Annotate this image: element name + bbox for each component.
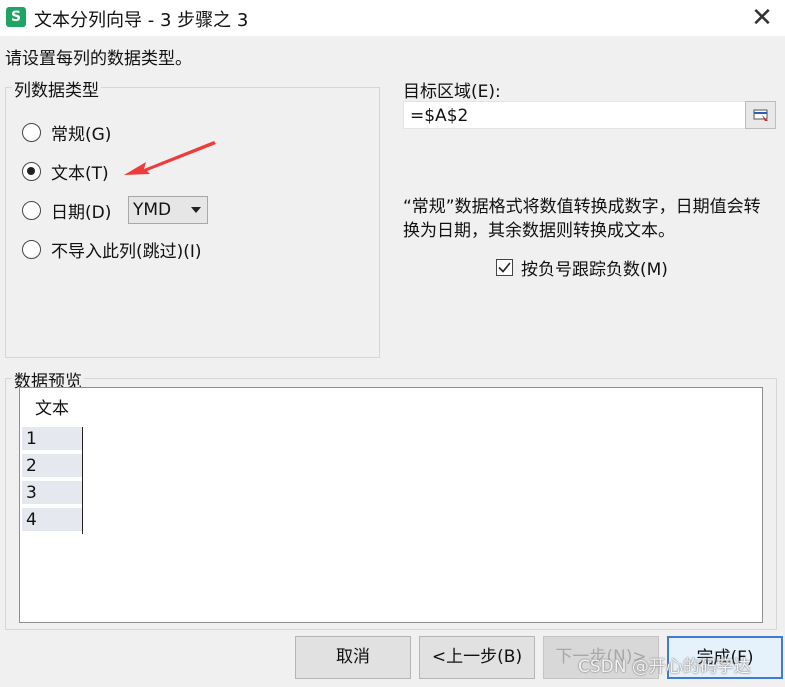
radio-text-label: 文本(T) (51, 163, 109, 184)
radio-general-indicator[interactable] (22, 122, 41, 142)
preview-column-header[interactable]: 文本 (22, 394, 82, 424)
radio-date-label: 日期(D) (51, 202, 112, 223)
column-type-legend: 列数据类型 (12, 76, 101, 101)
preview-row: 4 (22, 508, 82, 533)
range-select-icon (753, 109, 768, 123)
target-area-input[interactable]: =$A$2 (403, 101, 776, 129)
radio-date-indicator[interactable] (22, 200, 41, 220)
negative-tracking-checkbox[interactable]: 按负号跟踪负数(M) (496, 255, 668, 280)
wps-spreadsheet-icon: S (6, 7, 26, 27)
radio-text-indicator[interactable] (22, 161, 41, 181)
close-button[interactable]: ✕ (739, 0, 785, 36)
title-bar: S 文本分列向导 - 3 步骤之 3 ✕ (0, 0, 785, 36)
radio-text[interactable]: 文本(T) (22, 158, 109, 184)
format-description: “常规”数据格式将数值转换成数字，日期值会转换为日期，其余数据则转换成文本。 (403, 197, 761, 241)
column-divider[interactable] (82, 427, 83, 534)
cancel-button[interactable]: 取消 (295, 636, 411, 679)
preview-row: 3 (22, 481, 82, 506)
radio-date[interactable]: 日期(D) (22, 197, 111, 223)
negative-checkbox-box[interactable] (496, 259, 513, 276)
preview-row: 2 (22, 454, 82, 479)
radio-general-label: 常规(G) (51, 124, 112, 145)
back-button[interactable]: <上一步(B) (419, 636, 535, 679)
radio-skip-label: 不导入此列(跳过)(I) (51, 241, 202, 262)
radio-general[interactable]: 常规(G) (22, 119, 111, 145)
radio-skip-indicator[interactable] (22, 239, 41, 259)
target-area-label: 目标区域(E): (403, 82, 501, 102)
red-arrow-annotation (124, 141, 216, 175)
range-picker-button[interactable] (745, 101, 776, 129)
preview-row: 1 (22, 427, 82, 452)
chevron-down-icon (191, 207, 201, 213)
check-icon (498, 262, 511, 273)
csdn-watermark: CSDN @开心的码字达 (578, 657, 751, 677)
date-format-select[interactable]: YMD (128, 196, 208, 224)
instruction-text: 请设置每列的数据类型。 (5, 49, 192, 69)
date-format-value: YMD (133, 200, 172, 220)
data-preview-table[interactable]: 文本 1 2 3 4 (19, 387, 763, 623)
window-title: 文本分列向导 - 3 步骤之 3 (34, 10, 249, 31)
negative-checkbox-label: 按负号跟踪负数(M) (521, 260, 668, 280)
radio-skip[interactable]: 不导入此列(跳过)(I) (22, 236, 202, 262)
